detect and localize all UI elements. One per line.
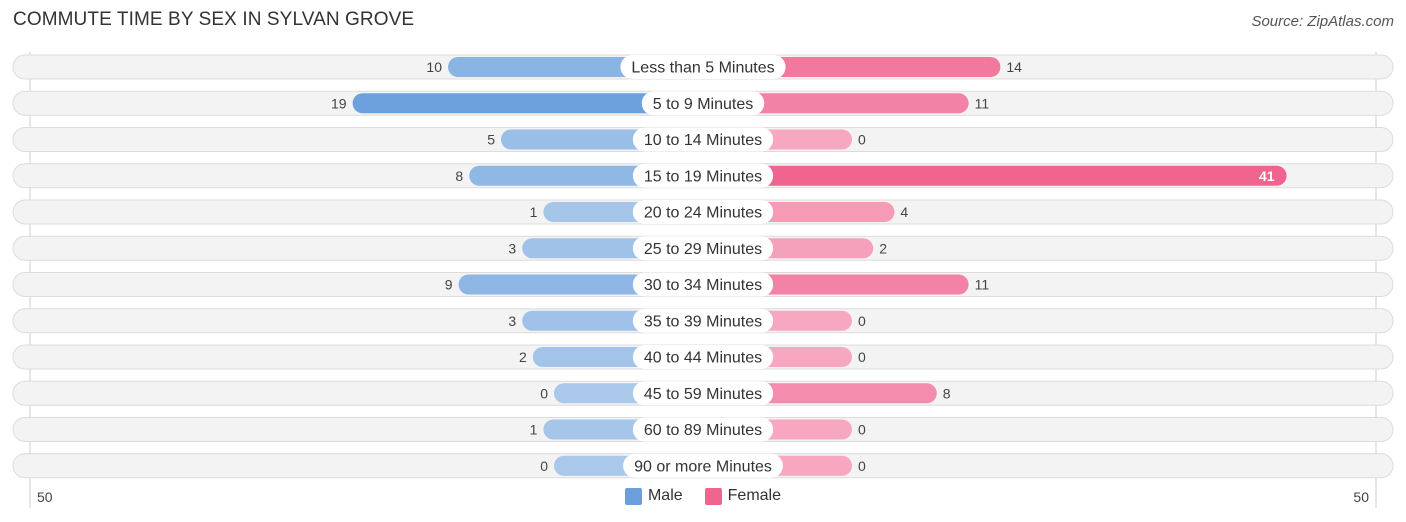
value-label-male: 3 [508,240,516,256]
value-label-female: 14 [1006,59,1022,75]
value-label-male: 8 [455,168,463,184]
category-label: 40 to 44 Minutes [644,350,762,367]
category-label: 90 or more Minutes [634,458,772,475]
value-label-male: 0 [540,385,548,401]
legend-item-male: Male [624,487,683,505]
value-label-female: 4 [900,204,908,220]
category-label: 5 to 9 Minutes [653,96,754,113]
category-label: 10 to 14 Minutes [644,132,762,149]
category-label: 20 to 24 Minutes [644,205,762,222]
category-label: 35 to 39 Minutes [644,313,762,330]
value-label-male: 19 [331,95,347,111]
legend: Male Female [0,487,1406,505]
value-label-male: 10 [426,59,442,75]
value-label-female: 0 [858,422,866,438]
category-label: 60 to 89 Minutes [644,422,762,439]
value-label-female: 8 [943,385,951,401]
category-label: 30 to 34 Minutes [644,277,762,294]
legend-item-female: Female [704,487,782,505]
value-label-female: 11 [975,277,990,293]
value-label-female: 11 [975,95,990,111]
value-label-male: 0 [540,458,548,474]
value-label-female: 0 [858,349,866,365]
legend-swatch-male [624,487,642,505]
value-label-male: 2 [519,349,527,365]
category-label: 15 to 19 Minutes [644,168,762,185]
category-label: 25 to 29 Minutes [644,241,762,258]
value-label-female: 2 [879,240,887,256]
value-label-female: 0 [858,458,866,474]
value-label-male: 5 [487,132,495,148]
value-label-male: 9 [445,277,453,293]
category-label: Less than 5 Minutes [631,60,774,77]
chart-canvas: Less than 5 Minutes10 145 to 9 Minutes19 1… [12,52,1394,508]
value-label-male: 1 [530,204,538,220]
category-label: 45 to 59 Minutes [644,386,762,403]
legend-swatch-female [704,487,722,505]
value-label-female: 41 [1259,168,1275,184]
value-label-female: 0 [858,132,866,148]
bar-female [703,165,1287,186]
legend-label-female: Female [727,487,782,504]
value-label-male: 1 [530,422,538,438]
legend-label-male: Male [647,487,683,504]
value-label-male: 3 [508,313,516,329]
value-label-female: 0 [858,313,866,329]
